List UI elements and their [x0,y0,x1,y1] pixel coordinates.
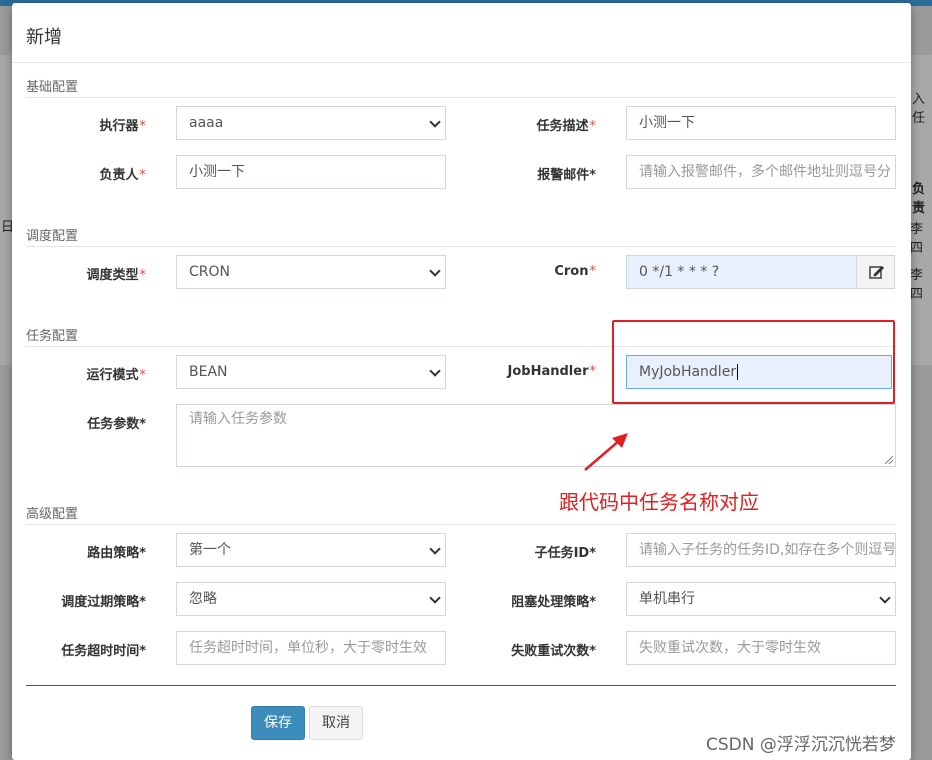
annotation-highlight-box [612,320,895,404]
chevron-down-icon [429,116,441,128]
cron-label: Cron* [554,264,596,279]
cron-edit-button[interactable] [856,255,895,289]
job-param-label: 任务参数* [87,417,146,432]
misfire-strategy-select[interactable]: 忽略 [176,582,446,616]
modal-header-divider [12,62,911,63]
executor-select[interactable]: aaaa [176,106,446,140]
child-job-input[interactable]: 请输入子任务的任务ID,如存在多个则逗号分隔 [626,533,896,567]
section-basic: 基础配置 [26,76,896,98]
chevron-down-icon [429,543,441,555]
route-strategy-select[interactable]: 第一个 [176,533,446,567]
resize-handle[interactable] [885,456,893,464]
alarm-email-label: 报警邮件* [537,168,596,183]
cron-input[interactable]: 0 */1 * * * ? [626,255,857,289]
cancel-button[interactable]: 取消 [309,706,363,740]
job-handler-label: JobHandler* [507,364,596,379]
background-cut-text: 李四 [910,268,924,302]
alarm-email-input[interactable]: 请输入报警邮件，多个邮件地址则逗号分 [626,155,896,189]
run-mode-select[interactable]: BEAN [176,355,446,389]
child-job-label: 子任务ID* [534,546,596,561]
fail-retry-input[interactable]: 失败重试次数，大于零时生效 [626,631,896,665]
chevron-down-icon [429,365,441,377]
background-cut-text: 负责 [912,182,926,216]
author-label: 负责人* [99,168,146,183]
fail-retry-label: 失败重试次数* [511,644,596,659]
timeout-label: 任务超时时间* [61,644,146,659]
run-mode-label: 运行模式* [86,368,146,383]
schedule-type-label: 调度类型* [86,268,146,283]
block-strategy-select[interactable]: 单机串行 [626,582,896,616]
executor-label: 执行器* [99,119,146,134]
author-input[interactable]: 小测一下 [176,155,446,189]
job-param-textarea[interactable]: 请输入任务参数 [176,404,896,467]
annotation-arrow-icon [584,433,628,471]
section-advanced: 高级配置 [26,503,896,525]
job-desc-label: 任务描述* [536,119,596,134]
schedule-type-select[interactable]: CRON [176,255,446,289]
footer-divider [26,685,896,686]
background-cut-text: 李四 [910,222,924,256]
chevron-down-icon [429,592,441,604]
save-button[interactable]: 保存 [251,706,305,740]
chevron-down-icon [429,265,441,277]
job-desc-input[interactable]: 小测一下 [626,106,896,140]
route-strategy-label: 路由策略* [87,546,146,561]
watermark: CSDN @浮浮沉沉恍若梦 [706,735,896,755]
section-schedule: 调度配置 [26,225,896,247]
background-cut-text: 入任 [912,92,926,126]
chevron-down-icon [879,592,891,604]
annotation-text: 跟代码中任务名称对应 [559,490,759,514]
edit-icon [869,266,884,279]
modal-title: 新增 [26,27,62,48]
block-strategy-label: 阻塞处理策略* [511,595,596,610]
misfire-strategy-label: 调度过期策略* [61,595,146,610]
timeout-input[interactable]: 任务超时时间，单位秒，大于零时生效 [176,631,446,665]
